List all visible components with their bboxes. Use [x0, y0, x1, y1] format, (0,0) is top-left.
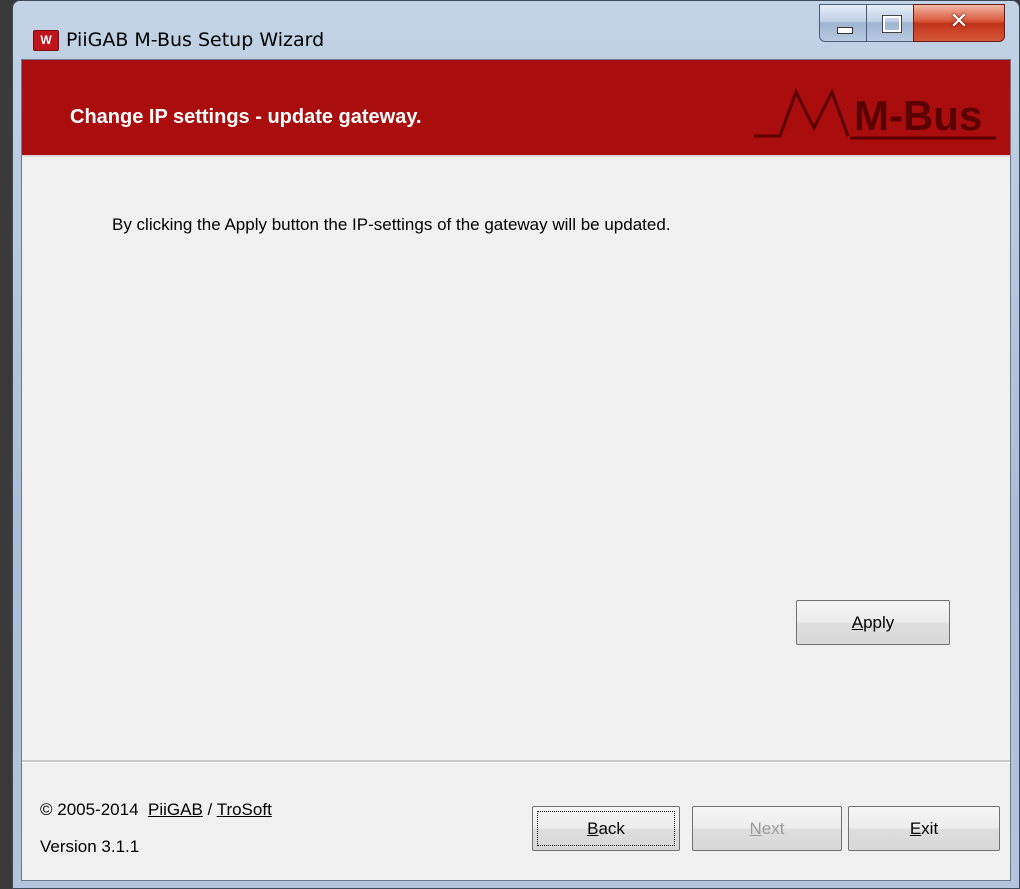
trosoft-link[interactable]: TroSoft	[217, 800, 272, 819]
window-title: PiiGAB M-Bus Setup Wizard	[66, 29, 325, 51]
header-band: Change IP settings - update gateway. M-B…	[22, 60, 1010, 155]
focus-indicator	[537, 811, 675, 846]
back-button[interactable]: Back	[532, 806, 680, 851]
wizard-client-area: Change IP settings - update gateway. M-B…	[21, 59, 1011, 881]
next-button[interactable]: Next	[692, 806, 842, 851]
mbus-logo: M-Bus	[754, 88, 996, 140]
link-separator: /	[207, 800, 213, 819]
version-label: Version 3.1.1	[40, 837, 140, 856]
footer-divider	[22, 760, 1010, 763]
app-icon[interactable]: W	[33, 30, 59, 51]
minimize-button[interactable]	[819, 4, 867, 42]
copyright-text: © 2005-2014 PiiGAB / TroSoft	[40, 800, 272, 820]
instruction-text: By clicking the Apply button the IP-sett…	[112, 215, 671, 234]
piigab-link[interactable]: PiiGAB	[148, 800, 203, 819]
title-bar[interactable]: W PiiGAB M-Bus Setup Wizard ✕	[13, 1, 1019, 59]
page-title: Change IP settings - update gateway.	[70, 106, 422, 128]
copyright-years: © 2005-2014	[40, 800, 139, 819]
svg-text:M-Bus: M-Bus	[854, 92, 982, 139]
maximize-button[interactable]	[866, 4, 914, 42]
apply-button[interactable]: Apply	[796, 600, 950, 645]
wizard-window: W PiiGAB M-Bus Setup Wizard ✕ Change IP …	[12, 0, 1020, 889]
exit-button[interactable]: Exit	[848, 806, 1000, 851]
header-divider	[22, 155, 1010, 157]
maximize-icon	[882, 15, 902, 33]
close-icon: ✕	[949, 9, 969, 34]
minimize-icon	[837, 27, 853, 34]
close-button[interactable]: ✕	[913, 4, 1005, 42]
